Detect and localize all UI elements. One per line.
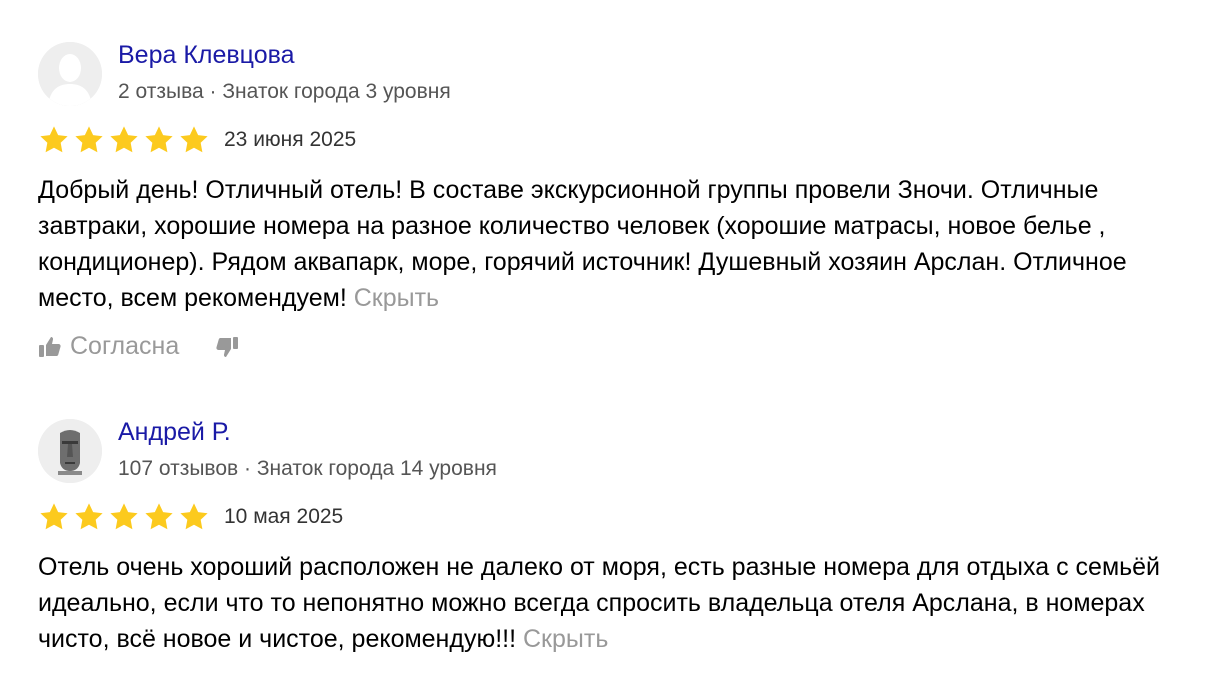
review-date: 23 июня 2025	[224, 128, 357, 151]
author-name[interactable]: Вера Клевцова	[118, 41, 295, 70]
hide-link[interactable]: Скрыть	[354, 284, 439, 312]
star-icon	[145, 126, 173, 153]
author-name[interactable]: Андрей Р.	[118, 418, 231, 447]
star-icon	[180, 126, 208, 153]
rating-stars	[38, 501, 210, 533]
disagree-button[interactable]	[215, 335, 239, 359]
review-text: Отель очень хороший расположен не далеко…	[38, 549, 1188, 657]
thumbs-down-icon	[216, 336, 239, 357]
agree-button[interactable]: Согласна	[38, 332, 179, 361]
star-icon	[110, 503, 138, 530]
rating-row: 10 мая 2025	[38, 499, 343, 535]
review-date: 10 мая 2025	[224, 505, 344, 528]
avatar[interactable]	[38, 42, 102, 106]
author-meta: 107 отзывов · Знаток города 14 уровня	[118, 457, 497, 480]
star-icon	[110, 126, 138, 153]
hide-link[interactable]: Скрыть	[523, 625, 608, 653]
rating-stars	[38, 124, 210, 156]
moai-statue-avatar-icon	[38, 419, 102, 483]
rating-row: 23 июня 2025	[38, 122, 356, 158]
star-icon	[40, 503, 68, 530]
author-meta: 2 отзыва · Знаток города 3 уровня	[118, 80, 451, 103]
review-header: Андрей Р. 107 отзывов · Знаток города 14…	[38, 418, 1188, 489]
thumbs-up-icon	[39, 336, 61, 357]
agree-label: Согласна	[70, 332, 180, 360]
review-text: Добрый день! Отличный отель! В составе э…	[38, 172, 1188, 316]
avatar[interactable]	[38, 419, 102, 483]
default-user-avatar-icon	[38, 42, 102, 106]
review-card: Андрей Р. 107 отзывов · Знаток города 14…	[38, 418, 1188, 653]
star-icon	[180, 503, 208, 530]
review-actions: Согласна	[38, 332, 239, 361]
star-icon	[75, 126, 103, 153]
review-body: Добрый день! Отличный отель! В составе э…	[38, 176, 1127, 312]
review-card: Вера Клевцова 2 отзыва · Знаток города 3…	[38, 41, 1188, 360]
review-header: Вера Клевцова 2 отзыва · Знаток города 3…	[38, 41, 1188, 112]
star-icon	[145, 503, 173, 530]
star-icon	[75, 503, 103, 530]
star-icon	[40, 126, 68, 153]
